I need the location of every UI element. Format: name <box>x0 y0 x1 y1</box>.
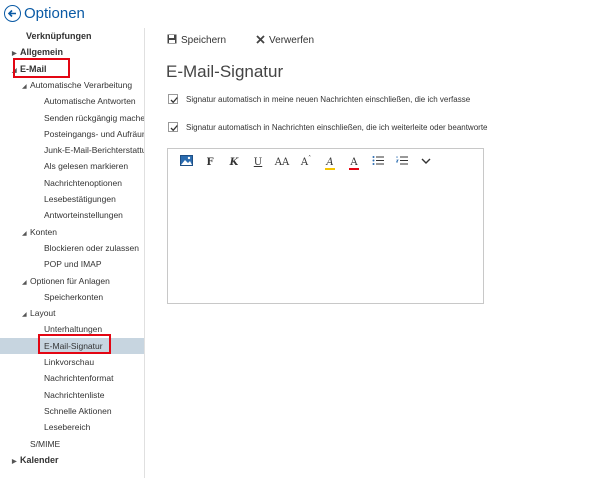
auto-signature-reply-label: Signatur automatisch in Nachrichten eins… <box>186 122 488 132</box>
sidebar-item-s-mime[interactable]: S/MIME <box>0 436 144 452</box>
sidebar-item-label: Unterhaltungen <box>44 324 103 335</box>
sidebar-item-label: Automatische Antworten <box>44 96 136 107</box>
sidebar-item-kalender[interactable]: ▶ Kalender <box>0 452 144 468</box>
sidebar-item-label: Allgemein <box>20 47 64 58</box>
sidebar-item-label: Layout <box>30 308 56 319</box>
sidebar-item-posteingangs-und-aufräumregeln[interactable]: Posteingangs- und Aufräumregeln <box>0 126 144 142</box>
sidebar-item-label: Nachrichtenliste <box>44 389 105 400</box>
checkmark-icon <box>170 125 178 132</box>
grow-font-button[interactable]: A˄ <box>294 154 318 168</box>
sidebar-item-nachrichtenoptionen[interactable]: Nachrichtenoptionen <box>0 175 144 191</box>
sidebar-item-label: Posteingangs- und Aufräumregeln <box>44 128 144 139</box>
sidebar: Verknüpfungen ▶ Allgemein ◢ E-Mail ◢ Automatis… <box>0 28 145 478</box>
bold-button[interactable]: F <box>198 157 222 168</box>
more-options-button[interactable] <box>414 157 438 168</box>
bullet-list-icon <box>372 156 384 165</box>
sidebar-item-schnelle-aktionen[interactable]: Schnelle Aktionen <box>0 403 144 419</box>
sidebar-item-label: Als gelesen markieren <box>44 161 129 172</box>
discard-button[interactable]: Verwerfen <box>256 34 315 47</box>
discard-label: Verwerfen <box>269 35 315 46</box>
caret-up-icon: ˄ <box>308 154 312 162</box>
bullet-list-button[interactable] <box>366 155 390 169</box>
close-icon <box>256 34 265 47</box>
font-color-bar <box>349 167 359 170</box>
sidebar-item-blockieren-oder-zulassen[interactable]: Blockieren oder zulassen <box>0 240 144 256</box>
sidebar-item-label: Lesebereich <box>44 422 91 433</box>
sidebar-item-linkvorschau[interactable]: Linkvorschau <box>0 354 144 370</box>
sidebar-item-nachrichtenliste[interactable]: Nachrichtenliste <box>0 387 144 403</box>
highlight-color-bar <box>325 167 335 170</box>
font-size-button[interactable]: AA <box>270 157 294 168</box>
auto-signature-reply-option: Signatur automatisch in Nachrichten eins… <box>168 122 488 132</box>
header: Optionen <box>4 2 85 24</box>
arrow-left-icon <box>7 9 16 17</box>
sidebar-item-optionen-für-anlagen[interactable]: ◢ Optionen für Anlagen <box>0 273 144 289</box>
sidebar-item-label: Junk-E-Mail-Berichterstattung <box>44 145 145 156</box>
format-toolbar: F K U AA A˄ A A <box>174 154 438 170</box>
action-toolbar: Speichern Verwerfen <box>167 34 314 47</box>
sidebar-item-label: Nachrichtenoptionen <box>44 177 122 188</box>
signature-editor[interactable]: F K U AA A˄ A A <box>167 148 484 304</box>
auto-signature-reply-checkbox[interactable] <box>168 122 178 132</box>
sidebar-item-label: Kalender <box>20 454 59 465</box>
sidebar-item-label: Automatische Verarbeitung <box>30 79 133 90</box>
sidebar-item-lesebereich[interactable]: Lesebereich <box>0 419 144 435</box>
sidebar-item-speicherkonten[interactable]: Speicherkonten <box>0 289 144 305</box>
font-color-label: A <box>350 156 358 168</box>
email-highlight-box <box>13 58 70 78</box>
save-label: Speichern <box>181 35 227 46</box>
image-icon <box>179 155 193 166</box>
numbered-list-button[interactable] <box>390 155 414 169</box>
sidebar-item-label: Blockieren oder zulassen <box>44 242 139 253</box>
sidebar-item-label: Senden rückgängig machen <box>44 112 145 123</box>
sidebar-item-antworteinstellungen[interactable]: Antworteinstellungen <box>0 207 144 223</box>
sidebar-item-verknüpfungen[interactable]: Verknüpfungen <box>0 28 144 44</box>
sidebar-item-label: Konten <box>30 226 57 237</box>
sidebar-item-label: Optionen für Anlagen <box>30 275 110 286</box>
page-title: E-Mail-Signatur <box>166 62 284 81</box>
sidebar-item-label: S/MIME <box>30 438 61 449</box>
caret-right-icon: ▶ <box>12 458 17 465</box>
sidebar-item-automatische-verarbeitung[interactable]: ◢ Automatische Verarbeitung <box>0 77 144 93</box>
back-button[interactable] <box>4 4 21 22</box>
sidebar-item-label: Antworteinstellungen <box>44 210 123 221</box>
sidebar-item-als-gelesen-markieren[interactable]: Als gelesen markieren <box>0 158 144 174</box>
highlight-label: A <box>326 156 334 168</box>
font-color-button[interactable]: A <box>342 156 366 170</box>
sidebar-item-nachrichtenformat[interactable]: Nachrichtenformat <box>0 370 144 386</box>
sidebar-item-pop-und-imap[interactable]: POP und IMAP <box>0 256 144 272</box>
sidebar-item-junk-e-mail-berichterstattung[interactable]: Junk-E-Mail-Berichterstattung <box>0 142 145 158</box>
sidebar-item-label: Verknüpfungen <box>26 31 92 41</box>
floppy-disk-icon <box>167 34 177 47</box>
app-title: Optionen <box>24 4 85 22</box>
sidebar-item-lesebestätigungen[interactable]: Lesebestätigungen <box>0 191 144 207</box>
sidebar-item-automatische-antworten[interactable]: Automatische Antworten <box>0 93 144 109</box>
insert-image-button[interactable] <box>174 155 198 169</box>
sidebar-item-senden-rückgängig-machen[interactable]: Senden rückgängig machen <box>0 110 145 126</box>
sidebar-item-label: POP und IMAP <box>44 259 102 270</box>
auto-signature-new-option: Signatur automatisch in meine neuen Nach… <box>168 94 470 104</box>
checkmark-icon <box>170 97 178 104</box>
sidebar-item-konten[interactable]: ◢ Konten <box>0 224 144 240</box>
italic-button[interactable]: K <box>222 157 246 168</box>
sidebar-item-layout[interactable]: ◢ Layout <box>0 305 144 321</box>
sidebar-item-label: Schnelle Aktionen <box>44 405 112 416</box>
highlight-button[interactable]: A <box>318 156 342 170</box>
auto-signature-new-checkbox[interactable] <box>168 94 178 104</box>
save-button[interactable]: Speichern <box>167 34 226 47</box>
sidebar-item-label: Lesebestätigungen <box>44 194 116 204</box>
chevron-down-icon <box>421 158 431 164</box>
sidebar-item-label: Nachrichtenformat <box>44 373 114 384</box>
underline-button[interactable]: U <box>246 157 270 168</box>
sidebar-item-label: Linkvorschau <box>44 357 95 367</box>
signature-highlight-box <box>38 334 111 354</box>
sidebar-item-label: Speicherkonten <box>44 291 104 302</box>
font-size-label: AA <box>274 156 290 168</box>
numbered-list-icon <box>395 156 408 165</box>
auto-signature-new-label: Signatur automatisch in meine neuen Nach… <box>186 94 471 104</box>
